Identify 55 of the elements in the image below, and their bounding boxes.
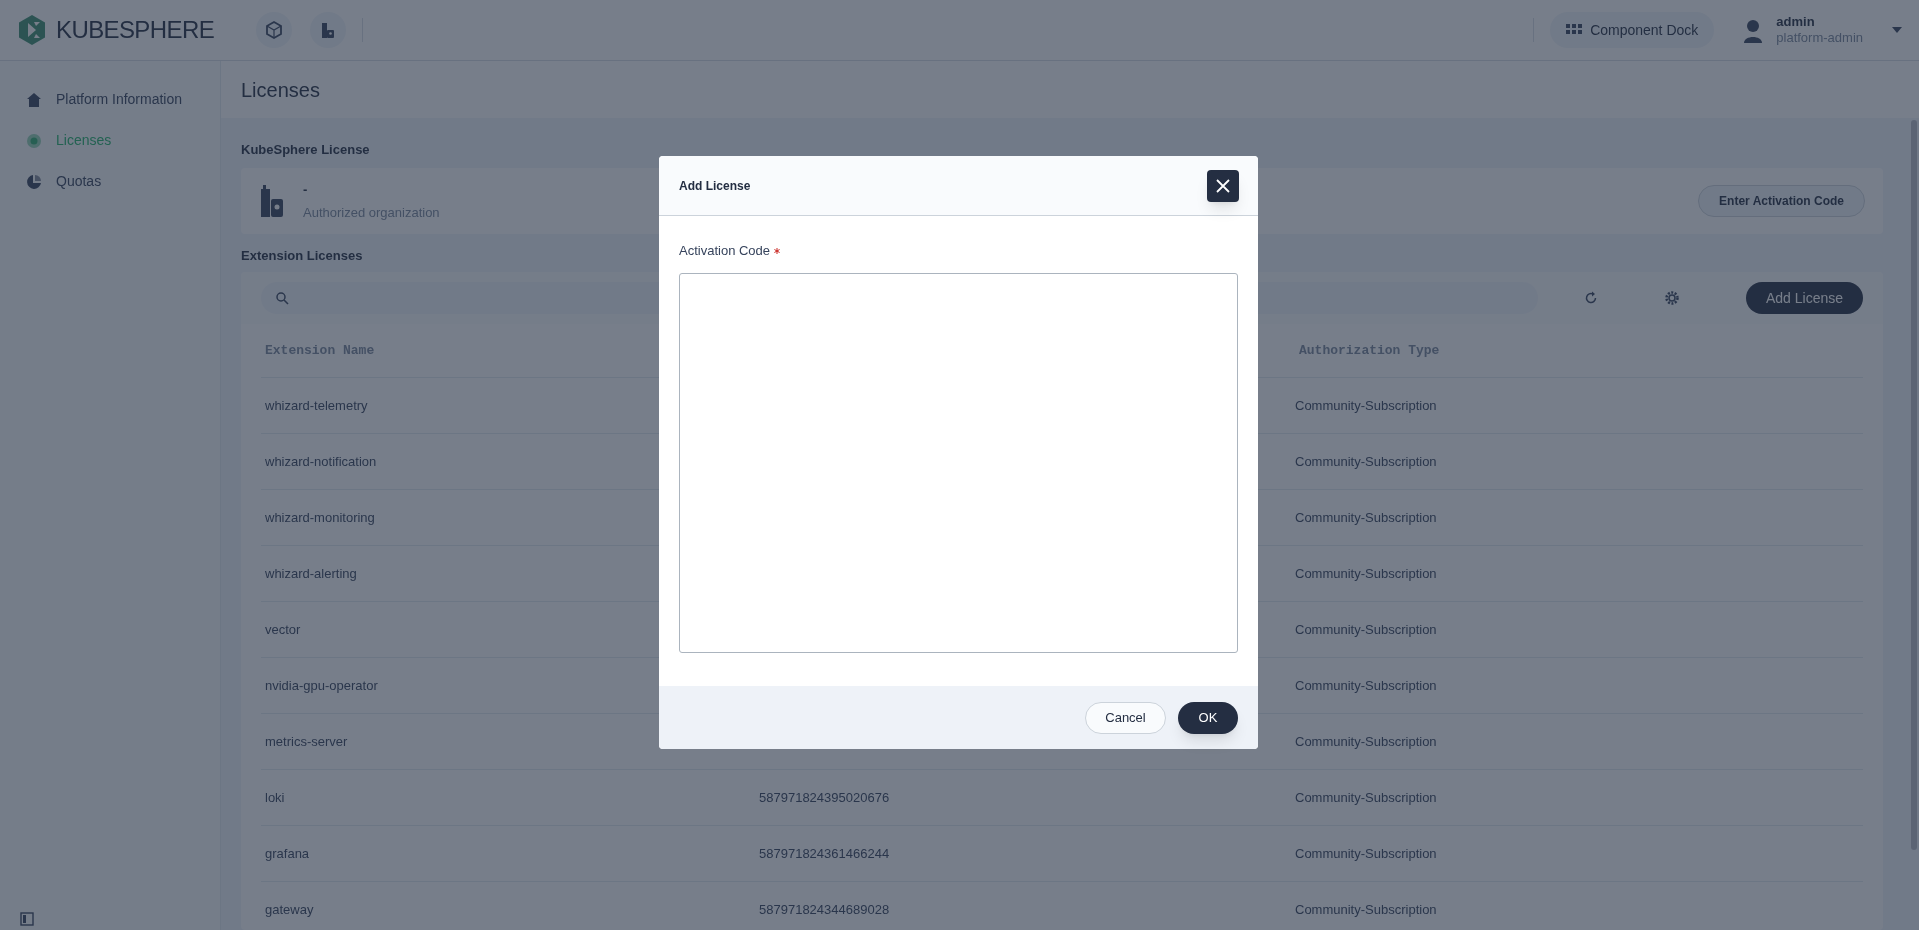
component-dock-button[interactable]: Component Dock (1550, 12, 1715, 48)
table-cell-text: Community-Subscription (1295, 844, 1437, 863)
table-cell-text: Community-Subscription (1295, 396, 1437, 415)
building-lock-button[interactable] (310, 12, 346, 48)
table-cell-text: Community-Subscription (1295, 564, 1437, 583)
user-name: admin (1776, 13, 1816, 30)
close-button[interactable] (1207, 169, 1239, 202)
table-cell-text: whizard-notification (264, 452, 377, 471)
close-icon (1215, 177, 1231, 194)
avatar-icon (1742, 17, 1765, 43)
table-cell-text: vector (264, 620, 301, 639)
cancel-button[interactable]: Cancel (1085, 701, 1166, 734)
brand-name: KUBESPHERE (56, 15, 215, 45)
table-cell-text: metrics-server (264, 732, 348, 751)
ok-button[interactable]: OK (1178, 701, 1238, 734)
cube-icon (264, 20, 284, 40)
table-cell-text: whizard-monitoring (264, 508, 375, 527)
table-cell-text: whizard-alerting (264, 564, 357, 583)
caret-icon[interactable] (1891, 26, 1903, 34)
settings-icon[interactable] (1663, 290, 1680, 306)
home-icon (26, 91, 42, 108)
table-cell-text: loki (264, 788, 285, 807)
table-cell-text: whizard-telemetry (264, 396, 368, 415)
table-cell-text: 587971824395020676 (759, 788, 890, 807)
activation-code-field[interactable] (679, 273, 1238, 653)
table-cell-text: Community-Subscription (1295, 620, 1437, 639)
table-cell-text: gateway (264, 900, 314, 919)
field-label: Activation Code (679, 242, 771, 261)
sidebar-item[interactable]: Platform Information (0, 79, 220, 120)
table-cell-text: 587971824361466244 (759, 844, 890, 863)
sidebar-item[interactable]: Quotas (0, 161, 220, 202)
enter-activation-code-button[interactable]: Enter Activation Code (1698, 185, 1865, 217)
add-license-button[interactable]: Add License (1745, 282, 1863, 314)
collapse-icon[interactable] (20, 912, 34, 926)
logo-icon (16, 14, 48, 46)
table-cell-text: 587971824344689028 (759, 900, 890, 919)
cube-button[interactable] (256, 12, 292, 48)
table-cell-text: Community-Subscription (1295, 732, 1437, 751)
table-cell-text: Community-Subscription (1295, 508, 1437, 527)
pie-chart-icon (26, 173, 42, 190)
table-cell-text: Community-Subscription (1295, 900, 1437, 919)
dialog-title: Add License (679, 177, 751, 195)
table-cell-text: grafana (264, 844, 310, 863)
page-title: Licenses (241, 77, 320, 103)
table-cell-text: Community-Subscription (1295, 676, 1437, 695)
section-heading: Extension Licenses (241, 247, 363, 265)
table-cell-text: nvidia-gpu-operator (264, 676, 378, 695)
section-heading: KubeSphere License (241, 141, 370, 159)
organization-value: - (303, 180, 309, 199)
sidebar-item[interactable]: Licenses (0, 120, 220, 161)
table-cell-text: Community-Subscription (1295, 788, 1437, 807)
table-cell-text: Community-Subscription (1295, 452, 1437, 471)
search-icon (275, 291, 289, 305)
grid-icon (1566, 24, 1583, 36)
refresh-icon[interactable] (1583, 291, 1598, 305)
